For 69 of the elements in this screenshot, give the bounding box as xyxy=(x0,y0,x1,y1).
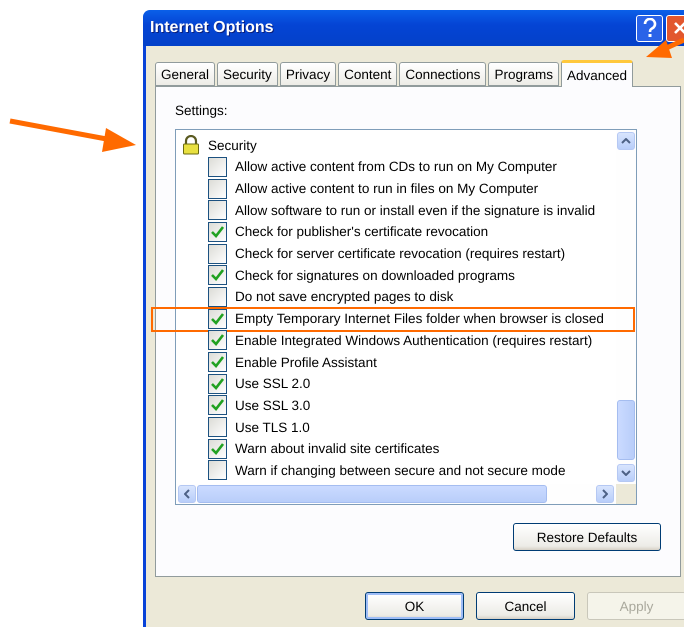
annotation-arrow xyxy=(646,38,684,58)
dialog-button[interactable]: Cancel xyxy=(476,592,575,620)
tab[interactable]: Connections xyxy=(399,62,486,86)
help-button[interactable] xyxy=(636,14,663,42)
horizontal-scrollbar[interactable] xyxy=(176,484,616,504)
scrollbar-corner xyxy=(616,484,636,504)
setting-label: Do not save encrypted pages to disk xyxy=(235,289,454,304)
checkmark-icon xyxy=(211,269,224,282)
checkbox[interactable] xyxy=(208,178,227,199)
right-chevron-icon xyxy=(602,489,608,499)
checkbox[interactable] xyxy=(208,244,227,264)
setting-label: Allow active content to run in files on My Computer xyxy=(235,181,538,196)
tab[interactable]: Advanced xyxy=(560,60,633,87)
vertical-scrollbar[interactable] xyxy=(616,130,636,484)
checkbox[interactable] xyxy=(208,352,227,372)
checkbox[interactable] xyxy=(208,438,227,459)
checkmark-icon xyxy=(211,226,224,238)
checkbox[interactable] xyxy=(208,200,227,220)
checkmark-icon xyxy=(211,378,224,390)
setting-label: Check for signatures on downloaded programs xyxy=(235,268,515,283)
padlock-icon xyxy=(182,135,200,155)
scroll-up-button[interactable] xyxy=(617,132,635,150)
setting-label: Allow active content from CDs to run on My Computer xyxy=(235,159,557,174)
checkbox[interactable] xyxy=(208,460,227,480)
setting-label: Allow software to run or install even if the signature is invalid xyxy=(235,202,596,218)
checkbox[interactable] xyxy=(208,330,227,350)
checkbox[interactable] xyxy=(208,265,227,286)
checkbox[interactable] xyxy=(208,395,227,416)
group-label: Security xyxy=(208,138,257,152)
help-icon xyxy=(642,18,656,38)
checkbox[interactable] xyxy=(208,286,227,307)
checkbox[interactable] xyxy=(208,374,227,394)
scroll-thumb[interactable] xyxy=(197,485,547,503)
setting-label: Warn if changing between secure and not secure mode xyxy=(235,462,566,478)
setting-label: Warn about invalid site certificates xyxy=(235,441,440,456)
checkbox[interactable] xyxy=(208,222,227,242)
setting-label: Enable Profile Assistant xyxy=(235,354,377,370)
checkbox[interactable] xyxy=(208,308,227,329)
settings-label: Settings: xyxy=(175,103,228,118)
checkmark-icon xyxy=(211,334,224,346)
tab[interactable]: Programs xyxy=(488,62,559,86)
checkmark-icon xyxy=(211,399,224,412)
setting-label: Empty Temporary Internet Files folder when browser is closed xyxy=(235,311,604,326)
tab[interactable]: Content xyxy=(338,62,398,86)
scroll-down-button[interactable] xyxy=(617,464,635,482)
setting-label: Use SSL 3.0 xyxy=(235,398,310,413)
down-chevron-icon xyxy=(621,470,631,476)
window-title: Internet Options xyxy=(150,19,275,37)
dialog-button[interactable]: OK xyxy=(365,592,464,620)
restore-defaults-button[interactable]: Restore Defaults xyxy=(513,523,661,551)
setting-label: Enable Integrated Windows Authentication (requires restart) xyxy=(235,332,592,348)
checkbox[interactable] xyxy=(208,156,227,177)
checkbox[interactable] xyxy=(208,417,227,438)
setting-label: Check for publisher's certificate revocation xyxy=(235,224,488,240)
left-chevron-icon xyxy=(184,489,190,499)
scroll-right-button[interactable] xyxy=(596,485,614,503)
up-chevron-icon xyxy=(621,138,631,144)
scroll-left-button[interactable] xyxy=(178,485,196,503)
checkmark-icon xyxy=(211,356,224,368)
close-icon xyxy=(672,21,684,35)
tab[interactable]: Security xyxy=(217,62,278,86)
tab[interactable]: Privacy xyxy=(280,62,336,86)
setting-label: Use TLS 1.0 xyxy=(235,420,310,435)
tab[interactable]: General xyxy=(155,62,216,86)
checkmark-icon xyxy=(211,312,224,325)
checkmark-icon xyxy=(211,442,224,455)
scroll-thumb[interactable] xyxy=(617,400,635,460)
setting-label: Check for server certificate revocation (requires restart) xyxy=(235,246,566,262)
setting-label: Use SSL 2.0 xyxy=(235,376,310,392)
